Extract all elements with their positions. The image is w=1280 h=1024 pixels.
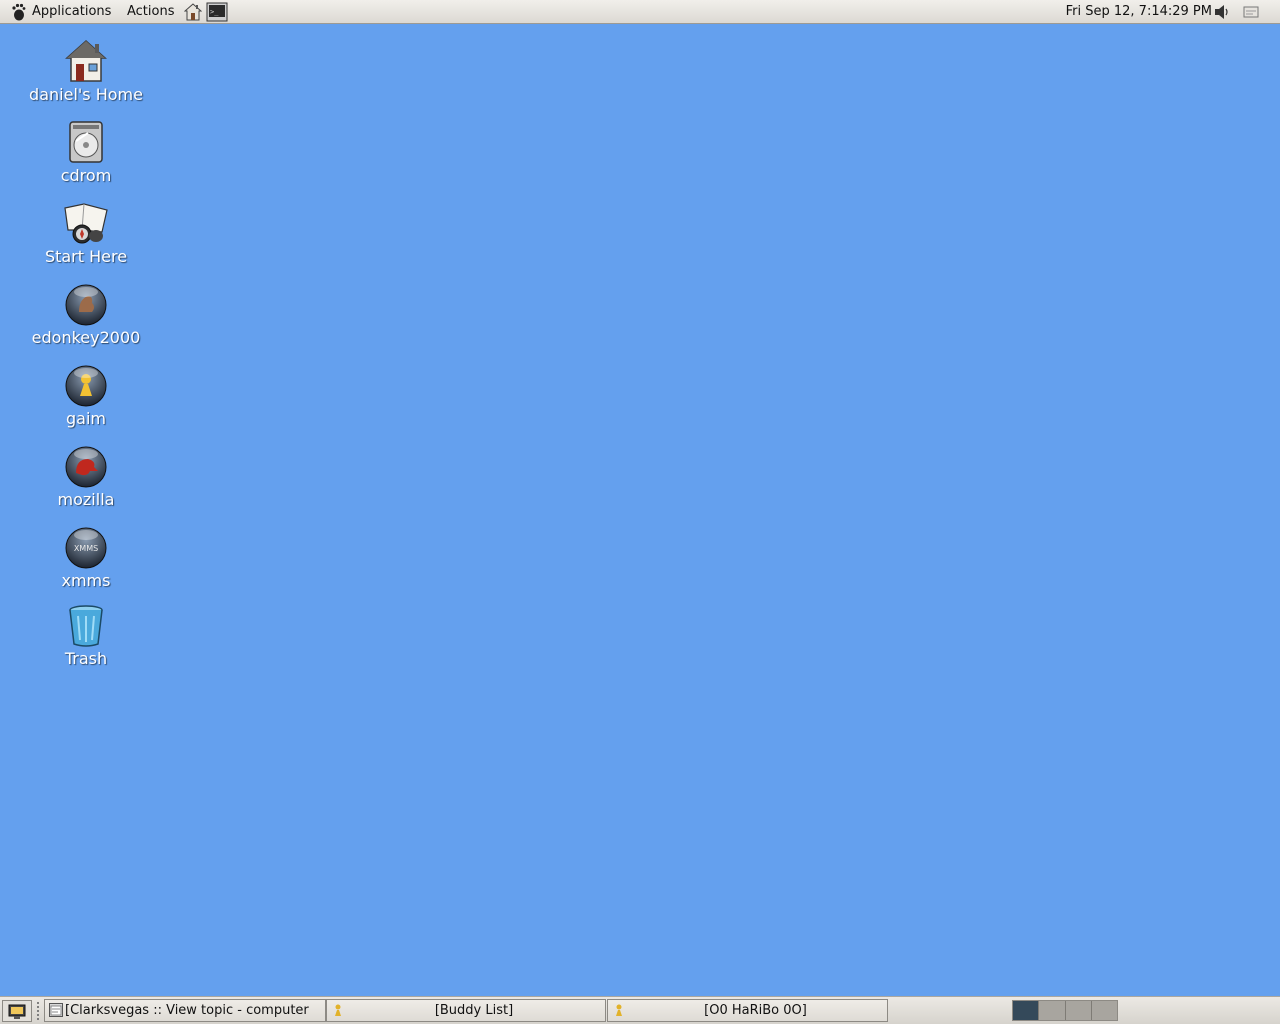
mozilla-icon xyxy=(65,446,107,488)
desktop-icon-trash[interactable]: Trash xyxy=(14,602,158,668)
workspace-1[interactable] xyxy=(1013,1001,1040,1020)
taskbar-button-buddy-list[interactable]: [Buddy List] xyxy=(326,999,606,1022)
desktop-icon-edonkey2000[interactable]: edonkey2000 xyxy=(14,281,158,347)
desktop-icon-label: daniel's Home xyxy=(29,85,143,104)
desktop-icon-mozilla[interactable]: mozilla xyxy=(14,443,158,509)
workspace-2[interactable] xyxy=(1039,1001,1066,1020)
gaim-small-icon xyxy=(616,1004,622,1016)
tasklist-drag-handle[interactable] xyxy=(36,1001,40,1021)
desktop-icon-label: Trash xyxy=(64,649,108,668)
svg-text:XMMS: XMMS xyxy=(74,544,98,553)
show-desktop-button[interactable] xyxy=(2,1000,32,1022)
svg-text:>_: >_ xyxy=(210,8,219,16)
taskbar-button-chat[interactable]: [O0 HaRiBo 0O] xyxy=(607,999,888,1022)
workspace-3[interactable] xyxy=(1065,1001,1092,1020)
xmms-icon: XMMS xyxy=(65,527,107,569)
desktop-icon-label: gaim xyxy=(66,409,106,428)
gaim-icon xyxy=(65,365,107,407)
show-desktop-icon xyxy=(8,1004,26,1019)
desktop-icon-label: Start Here xyxy=(44,247,128,266)
actions-menu[interactable]: Actions xyxy=(127,0,175,24)
home-icon[interactable] xyxy=(184,3,202,21)
taskbar-button-label: [Buddy List] xyxy=(434,1003,514,1018)
trash-icon xyxy=(69,605,103,647)
desktop-icon-label: cdrom xyxy=(60,166,112,185)
workspace-4[interactable] xyxy=(1091,1001,1117,1020)
edonkey-icon xyxy=(65,284,107,326)
gnome-foot-icon[interactable] xyxy=(10,3,26,21)
browser-window-icon xyxy=(49,1003,63,1017)
bottom-panel: [Clarksvegas :: View topic - computer [B… xyxy=(0,996,1280,1024)
desktop-icon-home[interactable]: daniel's Home xyxy=(14,38,158,104)
panel-clock[interactable]: Fri Sep 12, 7:14:29 PM xyxy=(1066,0,1212,24)
volume-icon[interactable] xyxy=(1214,4,1230,20)
taskbar-button-label: [O0 HaRiBo 0O] xyxy=(704,1003,807,1018)
desktop-icon-cdrom[interactable]: cdrom xyxy=(14,119,158,185)
home-folder-icon xyxy=(65,39,107,82)
desktop-icon-xmms[interactable]: XMMS xmms xyxy=(14,524,158,590)
desktop-icon-label: edonkey2000 xyxy=(31,328,141,347)
applications-menu[interactable]: Applications xyxy=(32,0,111,24)
desktop-icon-start-here[interactable]: Start Here xyxy=(14,200,158,266)
workspace-switcher[interactable] xyxy=(1012,1000,1118,1021)
top-panel: Applications Actions >_ Fri Sep 12, 7:14… xyxy=(0,0,1280,24)
desktop-icon-gaim[interactable]: gaim xyxy=(14,362,158,428)
taskbar-button-browser[interactable]: [Clarksvegas :: View topic - computer xyxy=(44,999,326,1022)
gaim-small-icon xyxy=(335,1004,341,1016)
start-here-icon xyxy=(64,203,108,244)
desktop-icon-label: mozilla xyxy=(57,490,115,509)
taskbar-button-label: [Clarksvegas :: View topic - computer xyxy=(65,1003,309,1018)
notification-icon[interactable] xyxy=(1243,6,1259,18)
terminal-icon[interactable]: >_ xyxy=(206,2,228,22)
desktop-icon-label: xmms xyxy=(61,571,111,590)
cdrom-drive-icon xyxy=(69,121,103,163)
